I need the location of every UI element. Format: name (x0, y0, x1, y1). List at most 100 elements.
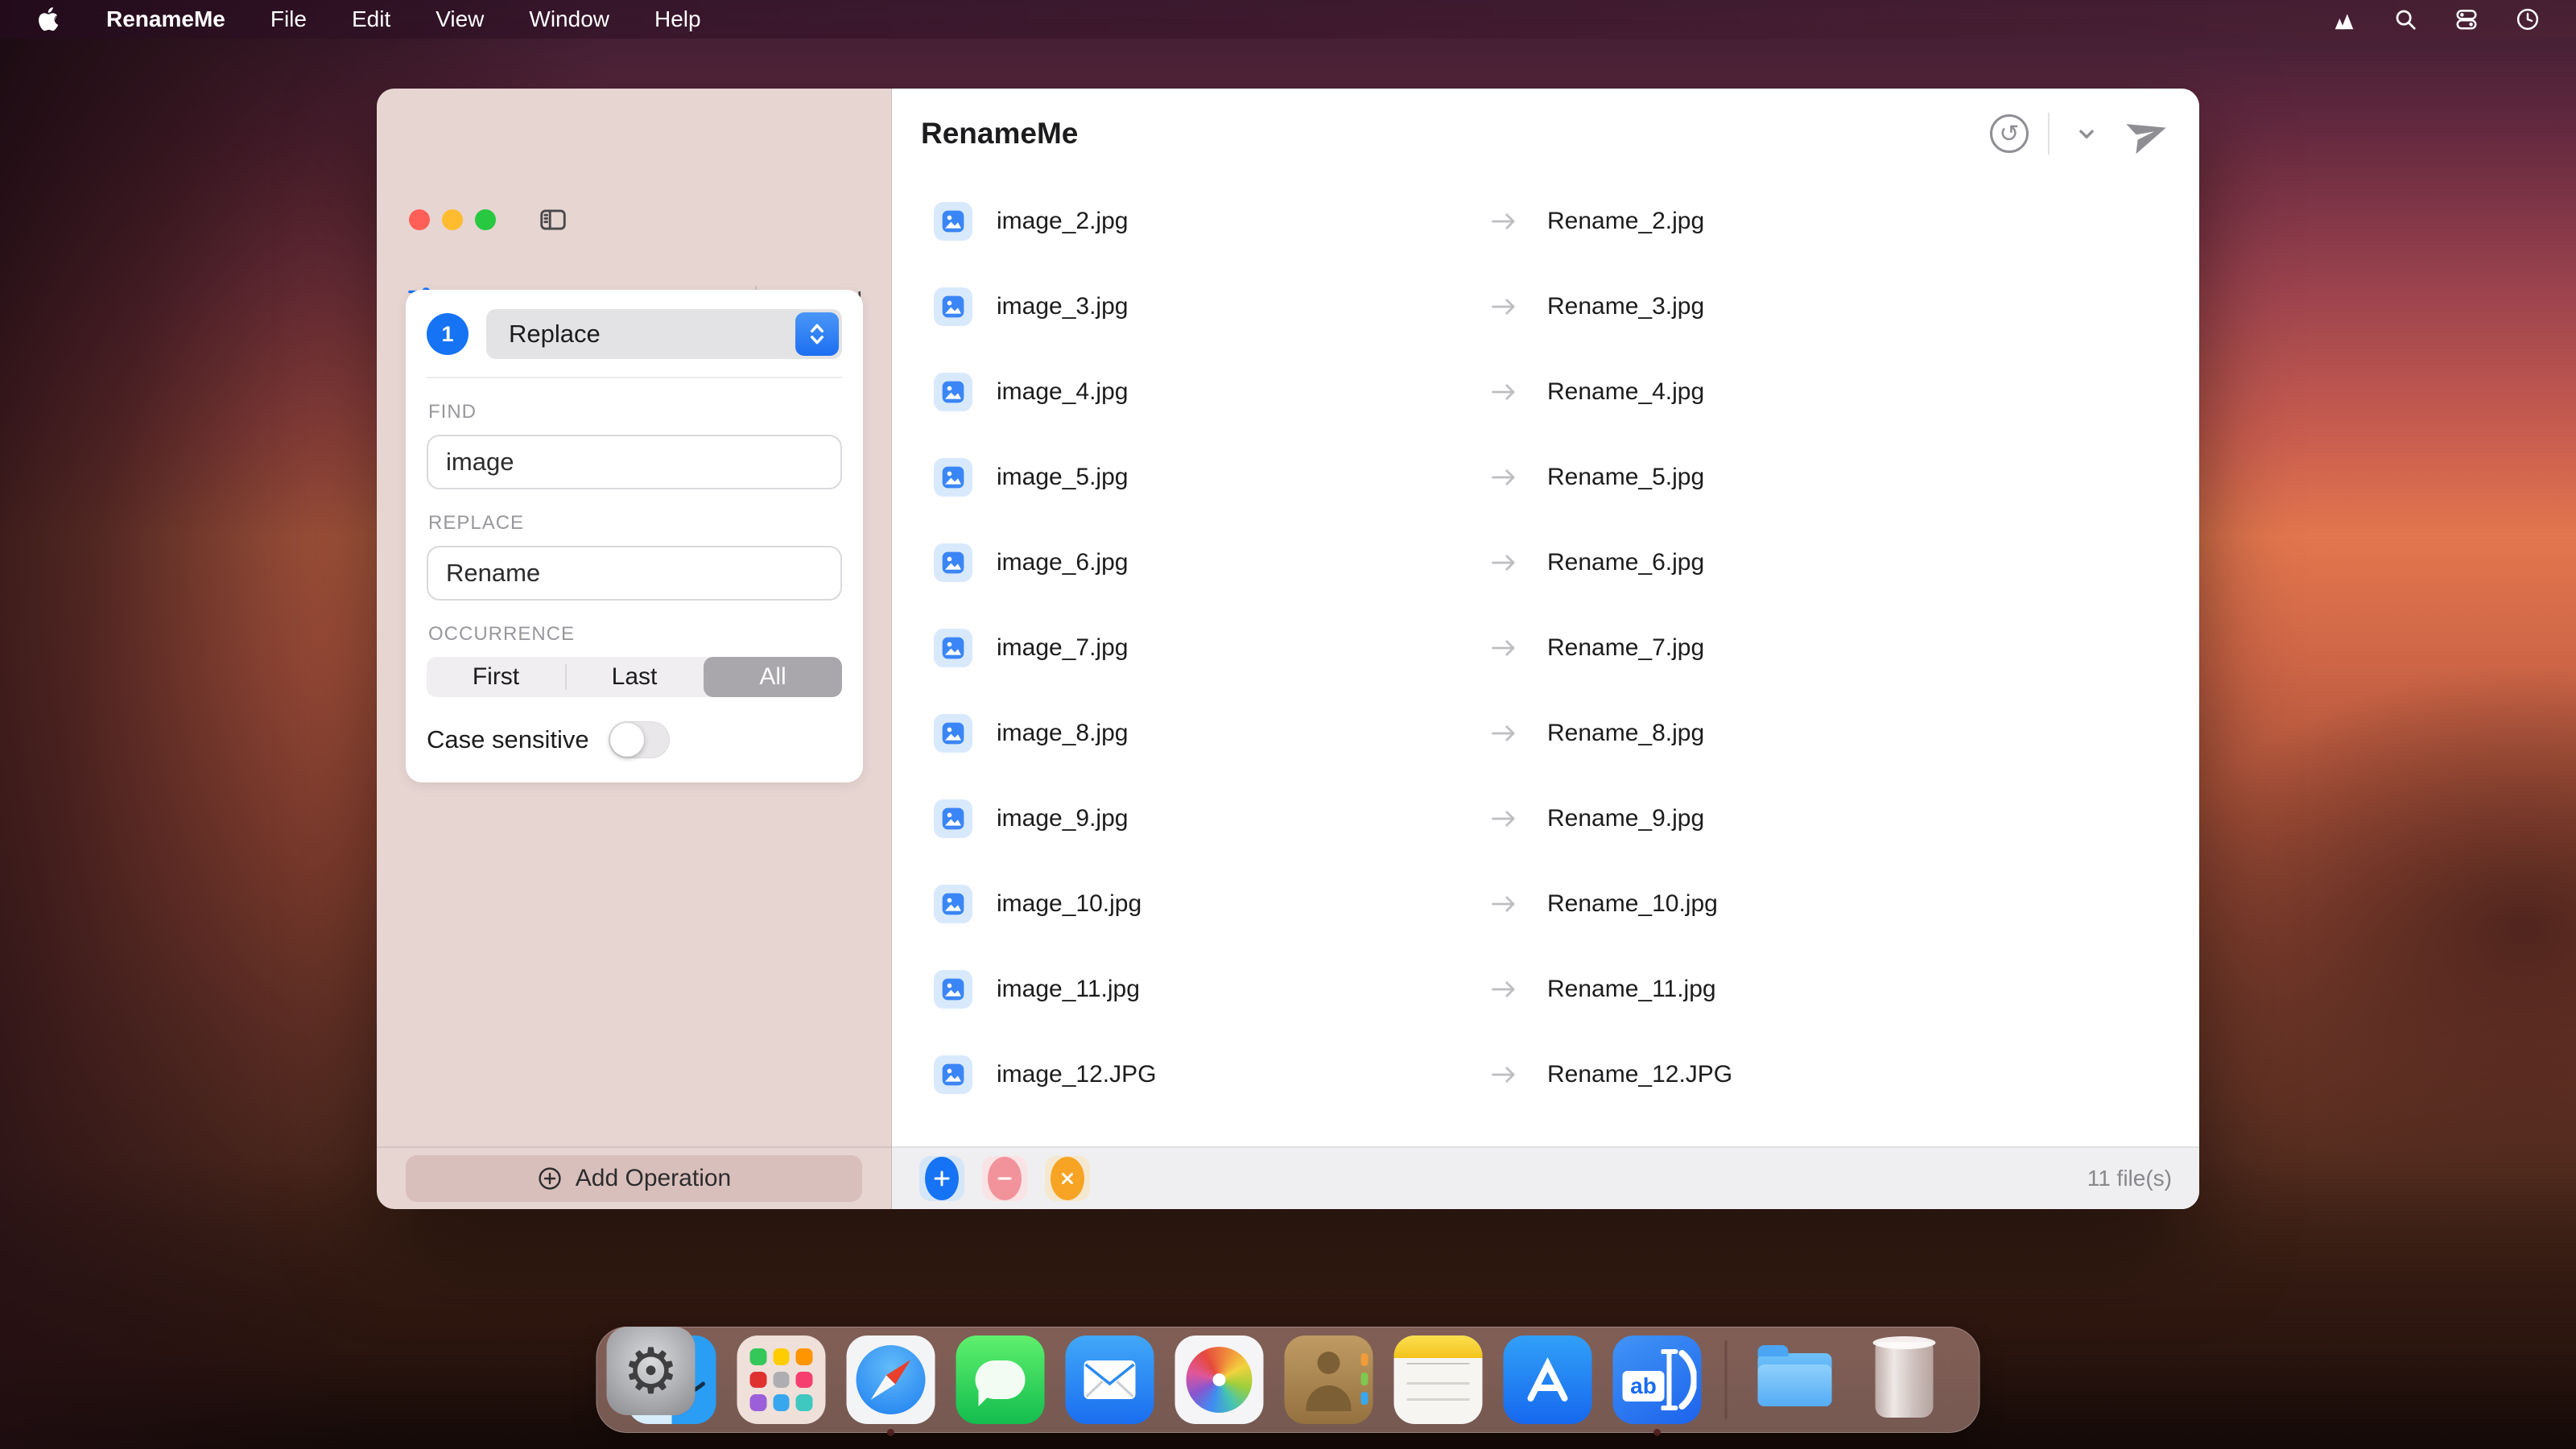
plus-circle-icon (537, 1166, 563, 1191)
dock-settings[interactable]: ⚙ (607, 1327, 696, 1415)
rename-arrow-icon (1480, 551, 1528, 575)
minus-icon (988, 1157, 1022, 1200)
main-header: RenameMe ↺ (892, 89, 2199, 179)
operation-type-dropdown[interactable]: Replace (486, 309, 842, 359)
segment-first[interactable]: First (427, 657, 565, 697)
menu-item-file[interactable]: File (270, 6, 307, 32)
rename-arrow-icon (1480, 209, 1528, 233)
menu-item-window[interactable]: Window (529, 6, 609, 32)
renameme-window: Workflow Save Load 1 Replace (377, 89, 2199, 1209)
run-rename-icon[interactable] (2125, 111, 2170, 156)
file-row[interactable]: image_10.jpg Rename_10.jpg (892, 861, 2199, 947)
control-center-icon[interactable] (2454, 6, 2479, 32)
apple-menu-icon[interactable] (35, 6, 61, 32)
file-original-name: image_7.jpg (997, 634, 1480, 662)
wallpaper-icon[interactable] (2331, 6, 2357, 32)
undo-icon[interactable]: ↺ (1990, 114, 2029, 153)
menu-bar: RenameMe File Edit View Window Help (0, 0, 2576, 39)
file-original-name: image_9.jpg (997, 805, 1480, 832)
rename-arrow-icon (1480, 892, 1528, 916)
case-sensitive-toggle[interactable] (609, 721, 670, 758)
rename-arrow-icon (1480, 465, 1528, 489)
image-file-icon (934, 373, 972, 411)
menu-item-view[interactable]: View (436, 6, 484, 32)
menu-item-help[interactable]: Help (654, 6, 701, 32)
file-list: image_2.jpg Rename_2.jpg image_3.jpg Ren… (892, 179, 2199, 1146)
file-row[interactable]: image_2.jpg Rename_2.jpg (892, 179, 2199, 264)
add-files-button[interactable] (919, 1156, 964, 1201)
rename-arrow-icon (1480, 1063, 1528, 1087)
dock-contacts[interactable] (1285, 1335, 1373, 1424)
file-original-name: image_10.jpg (997, 890, 1480, 918)
replace-input[interactable] (427, 546, 842, 601)
file-count-label: 11 file(s) (2087, 1166, 2172, 1191)
zoom-button[interactable] (475, 209, 496, 230)
file-row[interactable]: image_4.jpg Rename_4.jpg (892, 349, 2199, 435)
minimize-button[interactable] (442, 209, 463, 230)
dock-divider (1725, 1340, 1728, 1419)
dock-renameme[interactable]: ab (1613, 1335, 1702, 1424)
file-row[interactable]: image_3.jpg Rename_3.jpg (892, 264, 2199, 349)
image-file-icon (934, 970, 972, 1009)
add-operation-label: Add Operation (576, 1165, 731, 1192)
dock-safari[interactable] (847, 1335, 935, 1424)
rename-arrow-icon (1480, 977, 1528, 1001)
rename-arrow-icon (1480, 380, 1528, 404)
file-renamed-name: Rename_3.jpg (1547, 293, 1704, 320)
file-original-name: image_12.JPG (997, 1061, 1480, 1088)
occurrence-label: OCCURRENCE (428, 623, 840, 646)
file-renamed-name: Rename_7.jpg (1547, 634, 1704, 662)
file-row[interactable]: image_6.jpg Rename_6.jpg (892, 520, 2199, 605)
running-indicator (1653, 1429, 1661, 1436)
image-file-icon (934, 202, 972, 241)
dock-appstore[interactable] (1504, 1335, 1592, 1424)
file-row[interactable]: image_7.jpg Rename_7.jpg (892, 605, 2199, 691)
image-file-icon (934, 885, 972, 923)
close-button[interactable] (409, 209, 430, 230)
replace-label: REPLACE (428, 512, 840, 535)
file-renamed-name: Rename_10.jpg (1547, 890, 1718, 918)
file-row[interactable]: image_9.jpg Rename_9.jpg (892, 776, 2199, 861)
add-operation-button[interactable]: Add Operation (406, 1155, 862, 1202)
file-original-name: image_4.jpg (997, 378, 1480, 406)
rename-arrow-icon (1480, 807, 1528, 831)
file-renamed-name: Rename_8.jpg (1547, 720, 1704, 747)
clock-icon[interactable] (2515, 6, 2541, 32)
file-renamed-name: Rename_12.JPG (1547, 1061, 1732, 1088)
rename-arrow-icon (1480, 295, 1528, 319)
image-file-icon (934, 799, 972, 838)
dock-notes[interactable] (1394, 1335, 1483, 1424)
sidebar-toggle-icon[interactable] (538, 204, 568, 235)
operation-type-value: Replace (509, 320, 601, 349)
image-file-icon (934, 543, 972, 582)
dock-launchpad[interactable] (737, 1335, 826, 1424)
dock-messages[interactable] (956, 1335, 1045, 1424)
file-original-name: image_3.jpg (997, 293, 1480, 320)
clear-files-button[interactable] (1045, 1156, 1090, 1201)
file-original-name: image_2.jpg (997, 208, 1480, 235)
search-icon[interactable] (2392, 6, 2418, 32)
menubar-app-name[interactable]: RenameMe (106, 6, 225, 32)
file-row[interactable]: image_5.jpg Rename_5.jpg (892, 435, 2199, 520)
plus-icon (925, 1157, 959, 1200)
menu-item-edit[interactable]: Edit (352, 6, 390, 32)
file-row[interactable]: image_12.JPG Rename_12.JPG (892, 1032, 2199, 1117)
file-row[interactable]: image_8.jpg Rename_8.jpg (892, 691, 2199, 776)
file-original-name: image_11.jpg (997, 976, 1480, 1003)
image-file-icon (934, 458, 972, 497)
dock-trash[interactable] (1860, 1335, 1949, 1424)
find-input[interactable] (427, 435, 842, 489)
rename-arrow-icon (1480, 636, 1528, 660)
segment-all[interactable]: All (704, 657, 842, 697)
file-renamed-name: Rename_9.jpg (1547, 805, 1704, 832)
dock-mail[interactable] (1066, 1335, 1154, 1424)
page-title: RenameMe (921, 117, 1078, 151)
dock-downloads-folder[interactable] (1751, 1335, 1839, 1424)
chevron-down-icon[interactable] (2069, 116, 2104, 151)
file-original-name: image_6.jpg (997, 549, 1480, 576)
segment-last[interactable]: Last (565, 657, 704, 697)
dropdown-chevrons-icon (795, 312, 839, 356)
dock-photos[interactable] (1175, 1335, 1264, 1424)
file-row[interactable]: image_11.jpg Rename_11.jpg (892, 947, 2199, 1032)
remove-file-button[interactable] (982, 1156, 1027, 1201)
